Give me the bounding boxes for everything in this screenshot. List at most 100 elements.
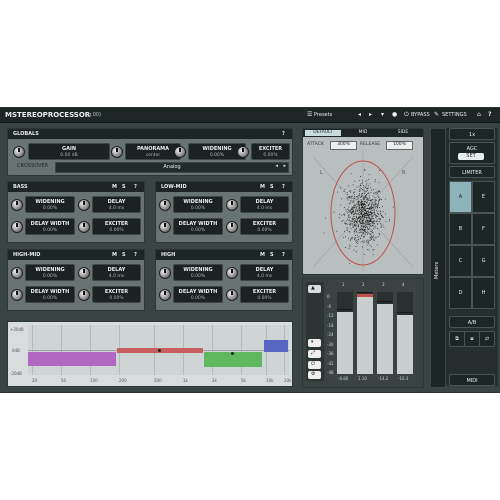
attack-field[interactable]: 300% <box>330 141 357 150</box>
crossover-select[interactable]: Analog ◂ ▸ <box>55 162 289 173</box>
exciter-knob[interactable] <box>237 146 249 158</box>
eq-handle-lowmid[interactable] <box>158 349 161 352</box>
meter-settings-button[interactable]: ⚙ <box>308 371 321 379</box>
settings-icon[interactable]: ✎ <box>434 112 439 118</box>
tab-mid[interactable]: MID <box>345 130 381 136</box>
delay-knob[interactable] <box>78 199 90 211</box>
delay-knob[interactable] <box>226 199 238 211</box>
exciter-field[interactable]: EXCITER 0.00% <box>92 218 141 235</box>
preset-slot-a[interactable]: A <box>449 181 472 213</box>
home-icon[interactable]: ⌂ <box>477 112 481 118</box>
presets-icon[interactable]: ☰ <box>307 112 312 118</box>
widening-knob[interactable] <box>159 267 171 279</box>
settings-button[interactable]: SETTINGS <box>442 113 467 118</box>
solo-button[interactable]: S <box>122 252 126 258</box>
scope-sample <box>355 251 357 253</box>
delay-field[interactable]: DELAY 4.0 ms <box>240 264 289 281</box>
meter-up-button[interactable]: ▲ <box>308 285 321 293</box>
widening-knob[interactable] <box>159 199 171 211</box>
exciter-knob[interactable] <box>78 221 90 233</box>
eq-handle-highmid[interactable] <box>231 352 234 355</box>
delay-field[interactable]: DELAY 4.0 ms <box>240 196 289 213</box>
widening-knob[interactable] <box>11 267 23 279</box>
widening-field[interactable]: WIDENING 0.00% <box>25 196 75 213</box>
mute-button[interactable]: M <box>112 252 117 258</box>
copy-icon[interactable]: ⧉ <box>449 331 465 347</box>
exciter-knob[interactable] <box>226 221 238 233</box>
preset-slot-b[interactable]: B <box>449 213 472 245</box>
bypass-button[interactable]: BYPASS <box>411 113 430 118</box>
delay-width-field[interactable]: DELAY WIDTH 0.00% <box>25 286 75 303</box>
preset-slot-d[interactable]: D <box>449 277 472 309</box>
prev-preset-icon[interactable]: ◂ <box>358 112 361 118</box>
exciter-knob[interactable] <box>226 289 238 301</box>
solo-button[interactable]: S <box>122 184 126 190</box>
exciter-field[interactable]: EXCITER 0.00% <box>92 286 141 303</box>
band-help-button[interactable]: ? <box>134 252 137 258</box>
delay-knob[interactable] <box>78 267 90 279</box>
release-field[interactable]: 100% <box>386 141 413 150</box>
panorama-field[interactable]: PANORAMA center <box>125 143 181 160</box>
delay-knob[interactable] <box>226 267 238 279</box>
crossover-prev-icon[interactable]: ◂ <box>275 164 278 169</box>
globals-help-button[interactable]: ? <box>282 131 285 137</box>
solo-button[interactable]: S <box>270 252 274 258</box>
delay-width-field[interactable]: DELAY WIDTH 0.00% <box>25 218 75 235</box>
preset-slot-f[interactable]: F <box>472 213 495 245</box>
presets-button[interactable]: Presets <box>314 113 332 118</box>
delay-width-knob[interactable] <box>11 289 23 301</box>
meter-expand-button[interactable]: ⤢ <box>308 350 321 358</box>
delay-width-knob[interactable] <box>11 221 23 233</box>
meter-pause-button[interactable]: ⏸ <box>308 339 321 347</box>
info-icon[interactable]: ● <box>392 112 397 118</box>
preset-slot-e[interactable]: E <box>472 181 495 213</box>
tab-side[interactable]: SIDE <box>385 130 421 136</box>
limiter-button[interactable]: LIMITER <box>449 166 495 178</box>
delay-width-field[interactable]: DELAY WIDTH 0.00% <box>173 218 223 235</box>
delay-width-knob[interactable] <box>159 221 171 233</box>
preset-slot-g[interactable]: G <box>472 245 495 277</box>
widening-field[interactable]: WIDENING 0.00% <box>173 264 223 281</box>
widening-field[interactable]: WIDENING 0.00% <box>173 196 223 213</box>
mute-button[interactable]: M <box>260 184 265 190</box>
crossover-next-icon[interactable]: ▸ <box>283 164 286 169</box>
widening-knob[interactable] <box>174 146 186 158</box>
mute-button[interactable]: M <box>112 184 117 190</box>
preset-slot-c[interactable]: C <box>449 245 472 277</box>
meters-toggle-strip[interactable]: Meters <box>430 128 446 388</box>
menu-icon[interactable]: ▾ <box>381 112 384 118</box>
widening-knob[interactable] <box>11 199 23 211</box>
tab-default[interactable]: DEFAULT <box>305 130 341 136</box>
delay-width-knob[interactable] <box>159 289 171 301</box>
paste-icon[interactable]: ⧈ <box>464 331 480 347</box>
band-help-button[interactable]: ? <box>282 252 285 258</box>
delay-field[interactable]: DELAY 4.0 ms <box>92 196 141 213</box>
delay-width-field[interactable]: DELAY WIDTH 0.00% <box>173 286 223 303</box>
band-help-button[interactable]: ? <box>282 184 285 190</box>
widening-field[interactable]: WIDENING 0.00% <box>25 264 75 281</box>
eq-graph[interactable] <box>28 325 290 375</box>
exciter-field[interactable]: EXCITER 0.00% <box>240 218 289 235</box>
panorama-knob[interactable] <box>111 146 123 158</box>
midi-button[interactable]: MIDI <box>449 374 495 386</box>
next-preset-icon[interactable]: ▸ <box>369 112 372 118</box>
mute-button[interactable]: M <box>260 252 265 258</box>
preset-slot-h[interactable]: H <box>472 277 495 309</box>
exciter-field[interactable]: EXCITER 0.00% <box>240 286 289 303</box>
gain-knob[interactable] <box>13 146 25 158</box>
swap-icon[interactable]: ⇄ <box>479 331 495 347</box>
eq-band-bass[interactable] <box>28 352 116 366</box>
solo-button[interactable]: S <box>270 184 274 190</box>
gain-field[interactable]: GAIN 0.00 dB <box>28 143 110 160</box>
ab-button[interactable]: A/B <box>449 316 495 328</box>
eq-band-high[interactable] <box>264 340 288 352</box>
bypass-icon[interactable]: ⏻ <box>404 112 409 118</box>
delay-field[interactable]: DELAY 4.0 ms <box>92 264 141 281</box>
oversampling-button[interactable]: 1x <box>449 128 495 140</box>
meter-power-button[interactable]: ⏻ <box>308 361 321 369</box>
exciter-field[interactable]: EXCITER 0.00% <box>251 143 290 160</box>
help-button[interactable]: ? <box>488 112 491 118</box>
band-help-button[interactable]: ? <box>134 184 137 190</box>
agc-set-button[interactable]: SET <box>458 153 484 160</box>
exciter-knob[interactable] <box>78 289 90 301</box>
